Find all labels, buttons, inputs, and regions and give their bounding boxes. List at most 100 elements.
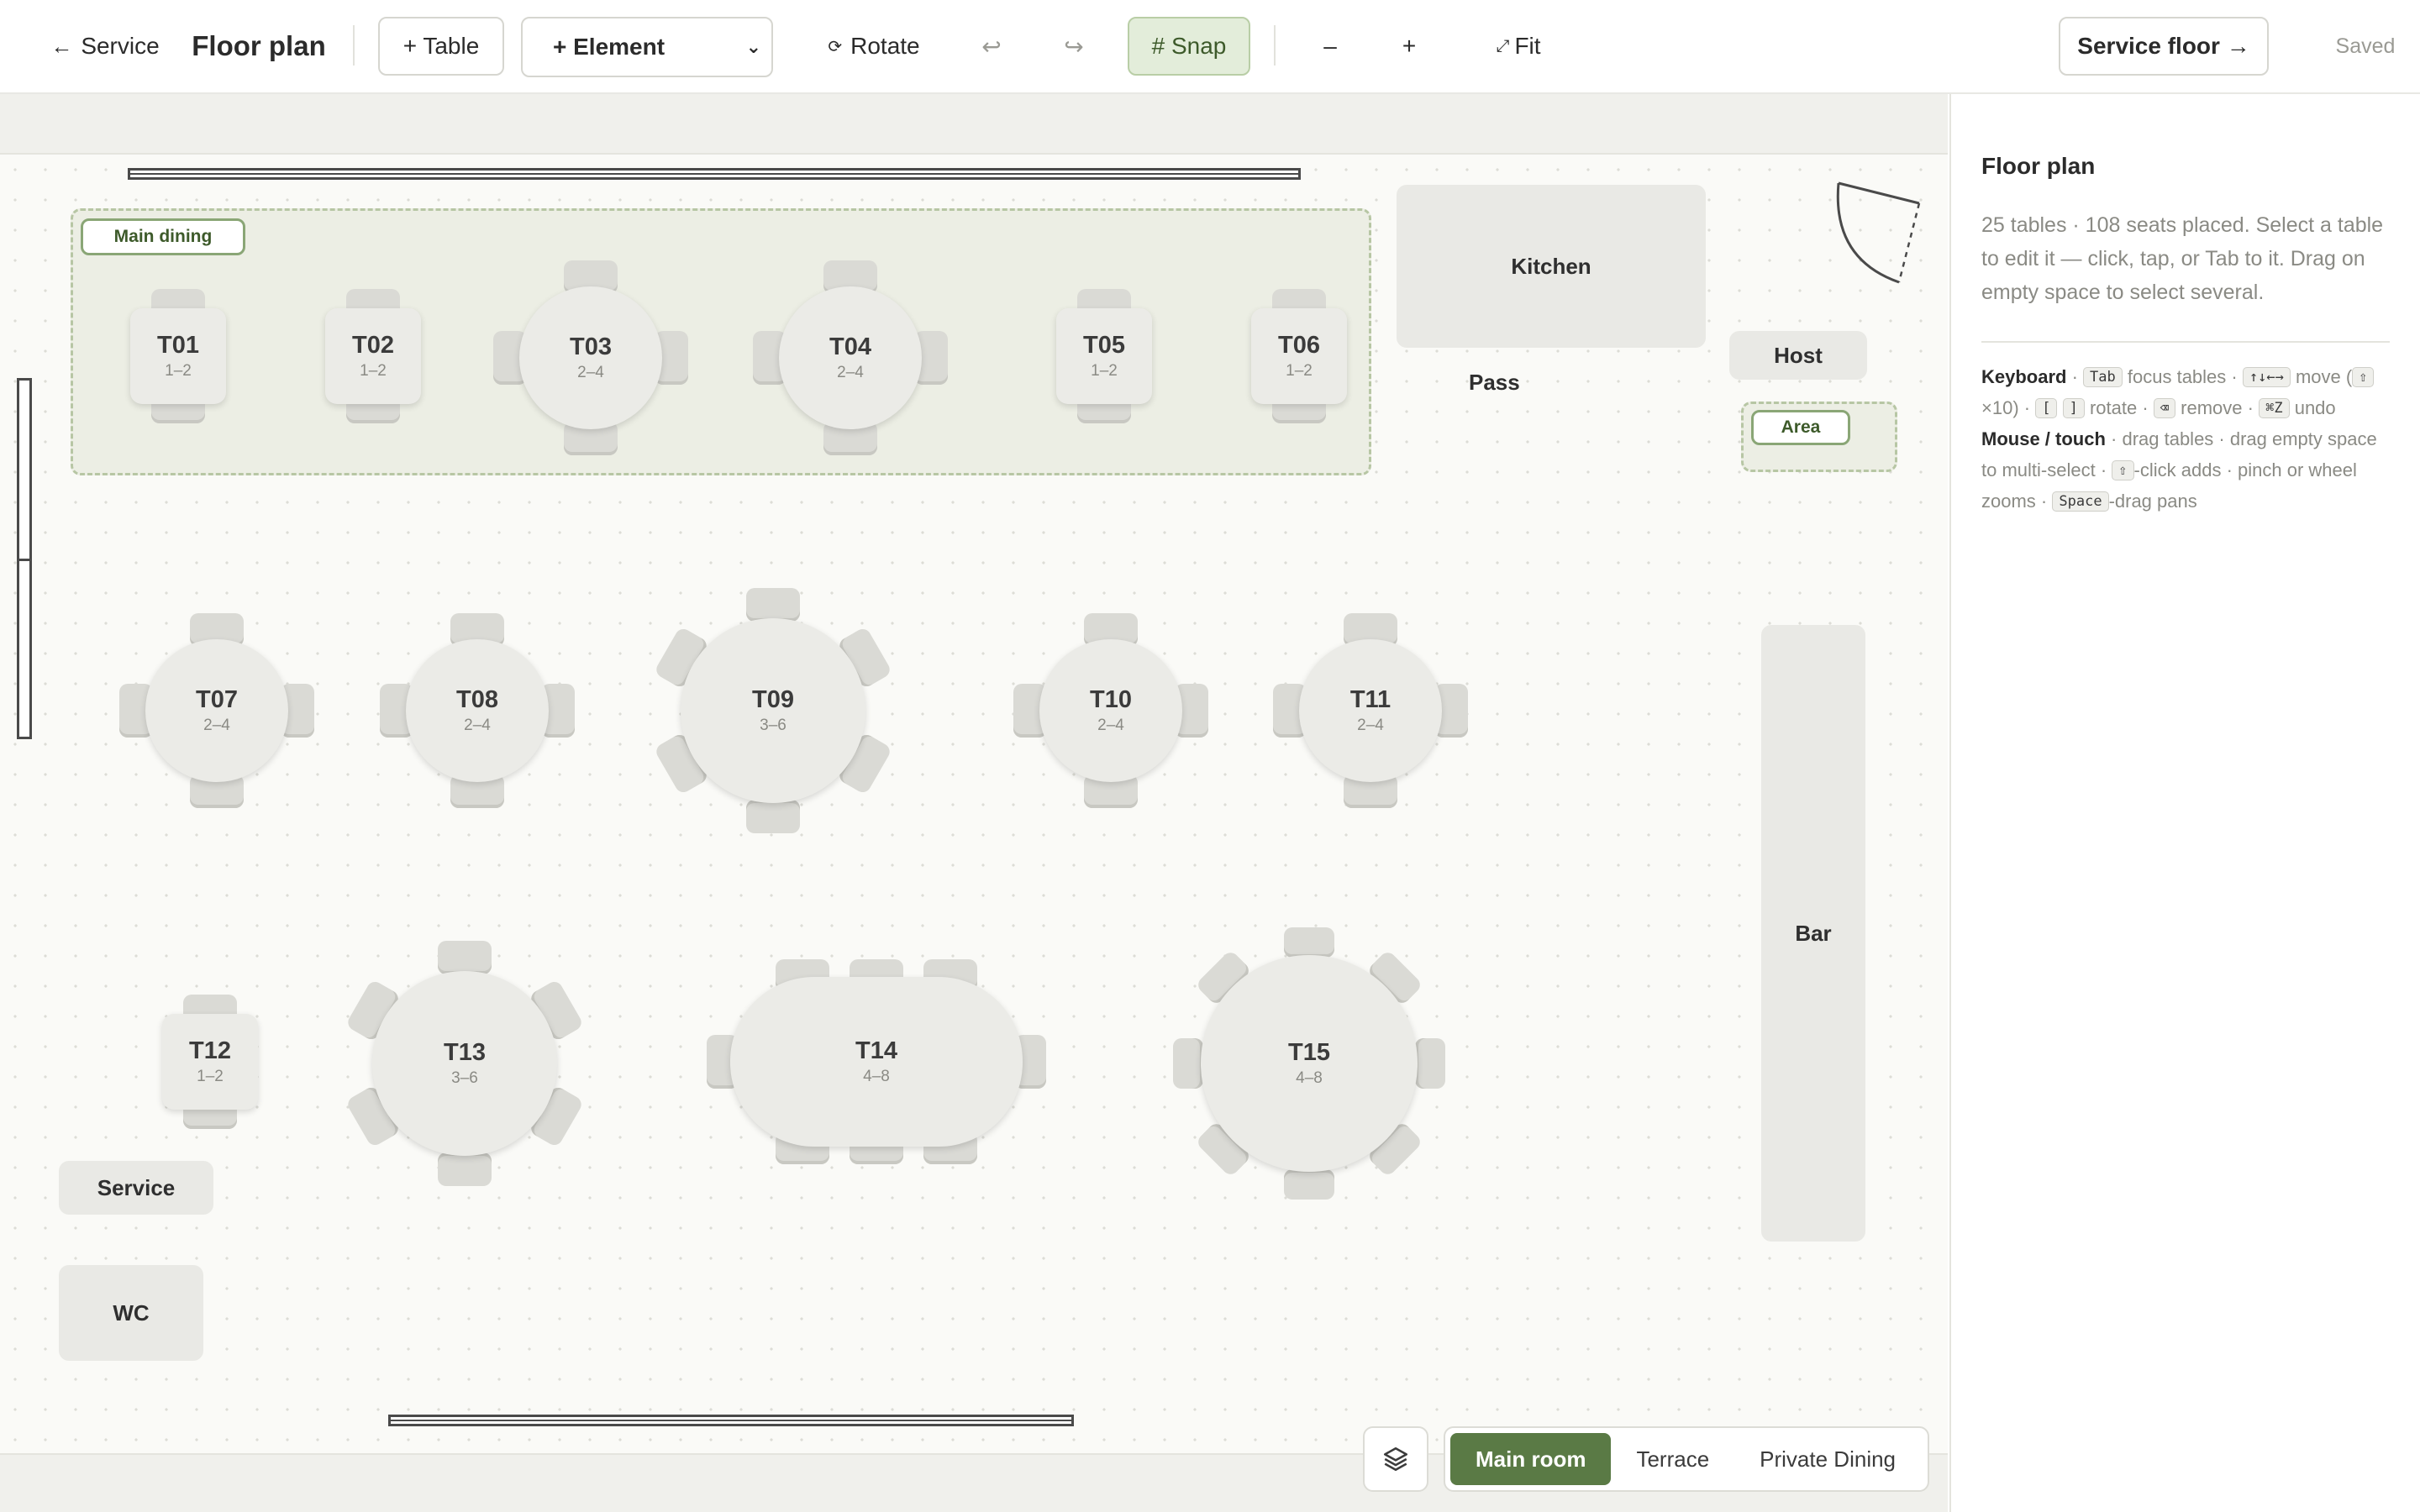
toolbar-divider bbox=[353, 25, 355, 66]
service-floor-button[interactable]: Service floor → bbox=[2059, 17, 2269, 76]
table-name: T12 bbox=[189, 1037, 231, 1064]
window-bottom bbox=[388, 1415, 1074, 1426]
tab-private-dining[interactable]: Private Dining bbox=[1734, 1433, 1921, 1485]
rotate-button[interactable]: ⟳ Rotate bbox=[798, 25, 950, 67]
table-name: T01 bbox=[157, 332, 199, 359]
table-top[interactable]: T15 4–8 bbox=[1201, 955, 1418, 1172]
table-name: T04 bbox=[829, 333, 871, 360]
key-bracket-close: ] bbox=[2062, 398, 2085, 418]
table-top[interactable]: T06 1–2 bbox=[1251, 308, 1347, 404]
layers-button[interactable] bbox=[1363, 1426, 1428, 1492]
wc-block[interactable]: WC bbox=[59, 1265, 203, 1361]
kb-move-text: move bbox=[2295, 366, 2341, 387]
table-name: T06 bbox=[1278, 332, 1320, 359]
key-delete: ⌫ bbox=[2153, 398, 2176, 418]
zoom-in-button[interactable]: + bbox=[1388, 25, 1430, 67]
mouse-text-3: -drag pans bbox=[2108, 491, 2197, 512]
window-left bbox=[17, 378, 32, 739]
bar-counter[interactable]: Bar bbox=[1761, 625, 1865, 1242]
undo-button[interactable]: ↩ bbox=[966, 25, 1017, 67]
table-capacity: 1–2 bbox=[197, 1068, 224, 1085]
table-name: T08 bbox=[456, 686, 498, 713]
toolbar: ← Service Floor plan + Table + Element ⌄… bbox=[0, 0, 2420, 94]
key-undo: ⌘Z bbox=[2259, 398, 2290, 418]
table-top[interactable]: T07 2–4 bbox=[145, 639, 288, 782]
add-table-button[interactable]: + Table bbox=[378, 17, 504, 76]
table-name: T14 bbox=[855, 1037, 897, 1064]
table-name: T10 bbox=[1090, 686, 1132, 713]
table-name: T02 bbox=[352, 332, 394, 359]
table-top[interactable]: T11 2–4 bbox=[1299, 639, 1442, 782]
kb-rotate-text: rotate · bbox=[2089, 397, 2149, 418]
table-name: T03 bbox=[570, 333, 612, 360]
mouse-help: Mouse / touch · drag tables · drag empty… bbox=[1981, 423, 2393, 517]
table-capacity: 4–8 bbox=[863, 1068, 890, 1085]
rotate-label: Rotate bbox=[850, 33, 920, 59]
chair bbox=[1415, 1038, 1445, 1089]
kb-x10-text: ×10) · bbox=[1981, 397, 2031, 418]
door-icon bbox=[1836, 181, 1921, 284]
chair bbox=[1284, 1169, 1334, 1200]
table-top[interactable]: T08 2–4 bbox=[406, 639, 549, 782]
snap-toggle[interactable]: # Snap bbox=[1128, 17, 1250, 76]
panel-summary: 25 tables · 108 seats placed. Select a t… bbox=[1981, 213, 2384, 304]
table-top[interactable]: T01 1–2 bbox=[130, 308, 226, 404]
tab-terrace[interactable]: Terrace bbox=[1611, 1433, 1734, 1485]
table-top[interactable]: T04 2–4 bbox=[779, 286, 922, 429]
kb-focus-text: focus tables · bbox=[2127, 366, 2238, 387]
area-main-dining[interactable] bbox=[71, 208, 1371, 475]
redo-button[interactable]: ↪ bbox=[1049, 25, 1099, 67]
fit-button[interactable]: ⤢ Fit bbox=[1472, 25, 1565, 67]
table-capacity: 1–2 bbox=[1286, 362, 1313, 380]
table-capacity: 2–4 bbox=[203, 717, 230, 734]
table-top[interactable]: T03 2–4 bbox=[519, 286, 662, 429]
back-button[interactable]: ← Service bbox=[42, 25, 168, 67]
table-top[interactable]: T14 4–8 bbox=[730, 977, 1023, 1147]
keyboard-heading: Keyboard bbox=[1981, 366, 2067, 387]
table-name: T09 bbox=[752, 686, 794, 713]
mouse-heading: Mouse / touch bbox=[1981, 428, 2106, 449]
layers-icon bbox=[1383, 1446, 1408, 1472]
area-label[interactable]: Main dining bbox=[81, 218, 245, 255]
rotate-icon: ⟳ bbox=[828, 37, 843, 56]
key-shift-2: ⇧ bbox=[2112, 460, 2134, 480]
back-label: Service bbox=[81, 33, 160, 59]
table-top[interactable]: T09 3–6 bbox=[681, 618, 865, 803]
chair bbox=[746, 588, 800, 622]
fit-label: Fit bbox=[1514, 33, 1541, 59]
panel-title: Floor plan bbox=[1981, 153, 2096, 179]
keyboard-help: Keyboard · Tab focus tables · ↑↓←→ move … bbox=[1981, 361, 2393, 423]
chair bbox=[438, 1152, 492, 1186]
zoom-out-button[interactable]: – bbox=[1309, 25, 1351, 67]
inspector-panel: Floor plan 25 tables · 108 seats placed.… bbox=[1949, 94, 2420, 1512]
table-name: T13 bbox=[444, 1039, 486, 1066]
table-top[interactable]: T13 3–6 bbox=[372, 971, 557, 1156]
area-label[interactable]: Area bbox=[1751, 410, 1850, 445]
table-top[interactable]: T12 1–2 bbox=[162, 1014, 258, 1110]
add-element-label: + Element bbox=[553, 34, 666, 60]
table-capacity: 1–2 bbox=[165, 362, 192, 380]
key-arrows: ↑↓←→ bbox=[2242, 367, 2291, 387]
kb-remove-text: remove · bbox=[2181, 397, 2254, 418]
chair bbox=[746, 800, 800, 833]
table-top[interactable]: T02 1–2 bbox=[325, 308, 421, 404]
kitchen-block[interactable]: Kitchen bbox=[1397, 185, 1706, 348]
table-capacity: 2–4 bbox=[1097, 717, 1124, 734]
table-top[interactable]: T05 1–2 bbox=[1056, 308, 1152, 404]
table-capacity: 2–4 bbox=[837, 364, 864, 381]
table-capacity: 2–4 bbox=[577, 364, 604, 381]
tab-main-room[interactable]: Main room bbox=[1450, 1433, 1612, 1485]
redo-icon: ↪ bbox=[1064, 33, 1084, 60]
undo-icon: ↩ bbox=[981, 33, 1002, 60]
arrow-left-icon: ← bbox=[50, 33, 73, 59]
add-element-select[interactable]: + Element ⌄ bbox=[521, 17, 773, 77]
kb-undo-text: undo bbox=[2294, 397, 2336, 418]
table-name: T11 bbox=[1349, 686, 1392, 713]
fit-icon: ⤢ bbox=[1496, 36, 1510, 55]
service-station[interactable]: Service bbox=[59, 1161, 213, 1215]
key-space: Space bbox=[2052, 491, 2109, 512]
table-top[interactable]: T10 2–4 bbox=[1039, 639, 1182, 782]
host-stand[interactable]: Host bbox=[1729, 331, 1867, 380]
chair bbox=[1284, 927, 1334, 958]
table-capacity: 2–4 bbox=[464, 717, 491, 734]
